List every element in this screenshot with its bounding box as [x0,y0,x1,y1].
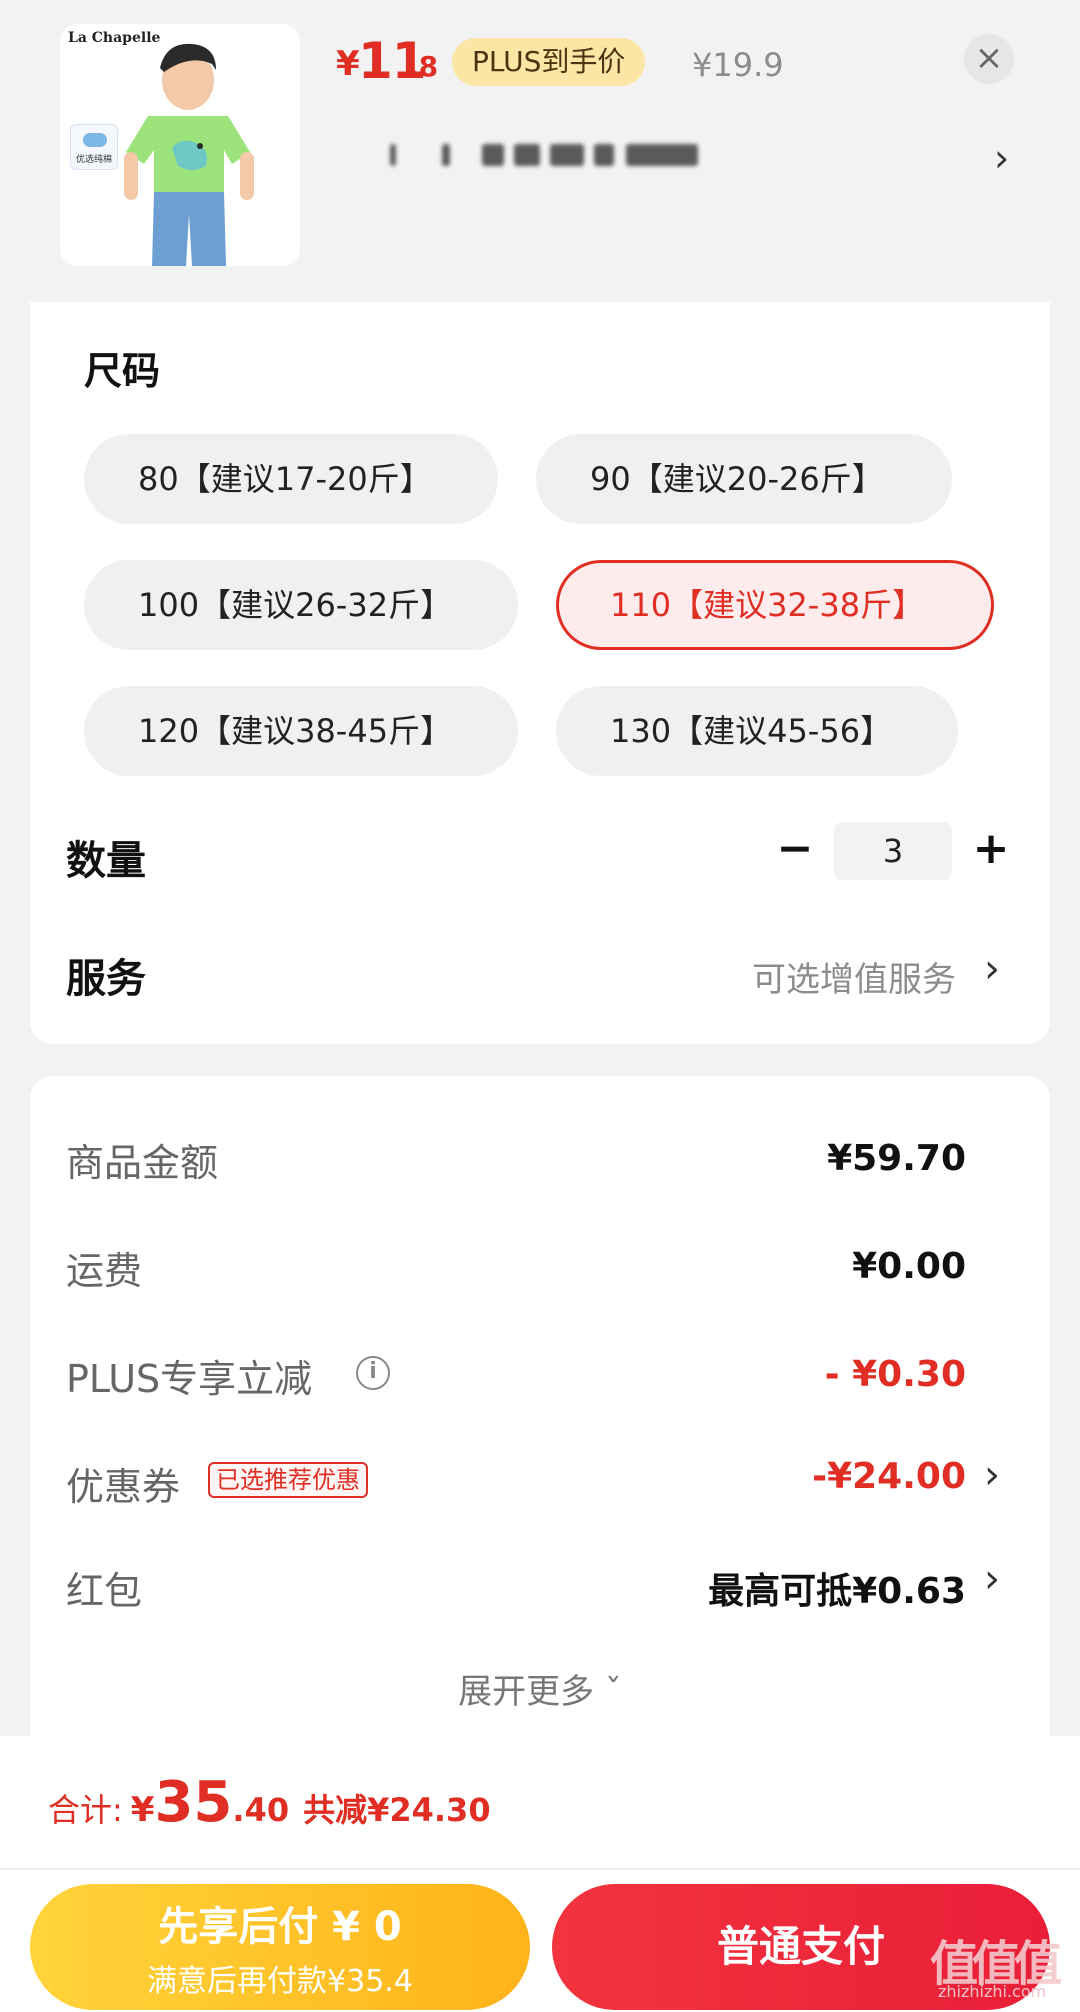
product-thumbnail[interactable]: La Chapelle 优选纯棉 [60,24,300,266]
size-option-110-selected[interactable]: 110【建议32-38斤】 [556,560,994,650]
expand-more-link[interactable]: 展开更多 ˇ [0,1664,1080,1713]
coupon-recommended-badge: 已选推荐优惠 [208,1462,368,1498]
cotton-badge: 优选纯棉 [70,124,118,170]
total-integer: 35 [154,1770,233,1835]
spec-card [30,302,1050,1044]
plus-discount-label: PLUS专享立减 [66,1357,313,1401]
shipping-label: 运费 [66,1249,143,1293]
size-option-130[interactable]: 130【建议45-56】 [556,686,958,776]
pay-later-title: 先享后付 ¥ 0 [158,1904,402,1950]
total-currency: ¥ [130,1790,155,1830]
close-icon: × [974,38,1004,78]
total-line: 合计: ¥35.40 共减¥24.30 [48,1770,491,1835]
total-saved: 共减¥24.30 [303,1791,491,1829]
price-decimal: .8 [408,50,439,83]
size-option-90[interactable]: 90【建议20-26斤】 [536,434,952,524]
size-section-title: 尺码 [84,349,161,393]
red-packet-value[interactable]: 最高可抵¥0.63 [708,1562,966,1614]
info-icon[interactable]: i [356,1356,390,1390]
site-watermark-url: zhizhizhi.com [938,1982,1047,2001]
original-price: ¥19.9 [692,46,784,84]
close-button[interactable]: × [964,34,1014,84]
total-decimal: .40 [232,1791,290,1829]
chevron-right-icon[interactable]: › [994,136,1009,180]
quantity-label: 数量 [66,838,146,884]
red-packet-label: 红包 [66,1569,143,1613]
cloud-icon [83,133,107,147]
product-title-redacted[interactable] [390,136,700,170]
quantity-minus-button[interactable]: − [772,820,818,880]
plus-discount-value: - ¥0.30 [824,1354,966,1395]
total-label: 合计: [48,1791,123,1829]
chevron-right-icon[interactable]: › [984,946,1000,992]
cotton-badge-label: 优选纯棉 [75,155,112,165]
coupon-value[interactable]: -¥24.00 [812,1456,966,1497]
brand-logo-text: La Chapelle [68,30,161,46]
service-label: 服务 [66,956,146,1002]
quantity-value-field[interactable]: 3 [834,822,952,880]
shipping-value: ¥0.00 [852,1246,966,1287]
pay-later-button[interactable]: 先享后付 ¥ 0 满意后再付款¥35.4 [30,1884,530,2010]
goods-amount-value: ¥59.70 [827,1138,966,1179]
plus-price-tag: PLUS到手价 [452,38,646,86]
checkout-sheet: La Chapelle 优选纯棉 ¥ 11 .8 PLUS到手价 ¥19.9 ×… [0,0,1080,2012]
quantity-plus-button[interactable]: + [968,820,1014,880]
price-currency: ¥ [336,44,360,84]
coupon-label: 优惠券 [66,1465,181,1509]
pay-later-subtitle: 满意后再付款¥35.4 [147,1964,413,1999]
size-option-100[interactable]: 100【建议26-32斤】 [84,560,518,650]
chevron-right-icon[interactable]: › [984,1556,1000,1602]
divider [0,1868,1080,1870]
service-hint-link[interactable]: 可选增值服务 [752,952,956,1001]
goods-amount-label: 商品金额 [66,1141,219,1185]
product-header: La Chapelle 优选纯棉 ¥ 11 .8 PLUS到手价 ¥19.9 ×… [0,0,1080,302]
size-option-120[interactable]: 120【建议38-45斤】 [84,686,518,776]
size-option-80[interactable]: 80【建议17-20斤】 [84,434,498,524]
chevron-right-icon[interactable]: › [984,1452,1000,1498]
